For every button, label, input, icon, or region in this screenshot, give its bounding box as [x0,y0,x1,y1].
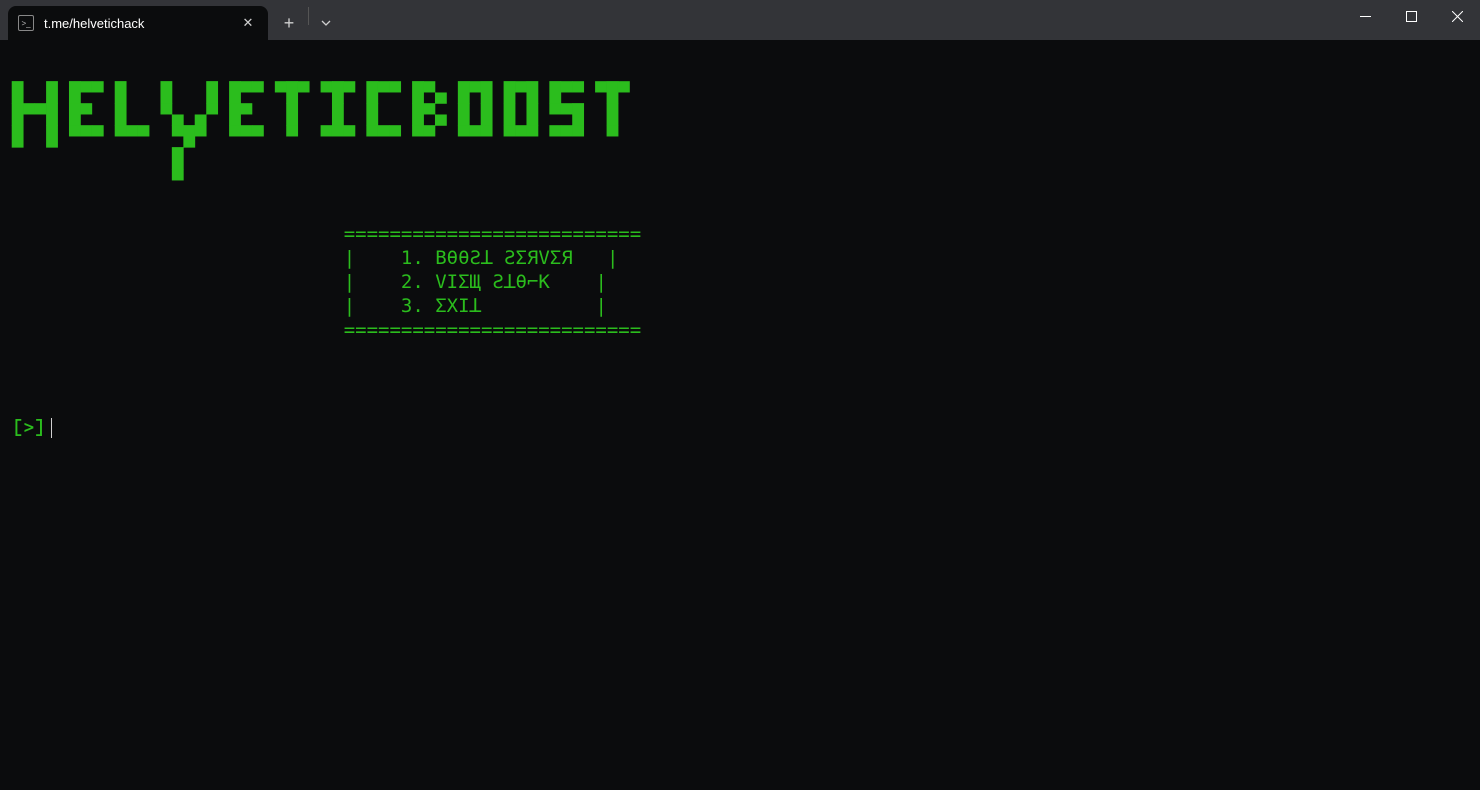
menu-border-bottom: ========================== [12,319,641,341]
minimize-icon [1360,11,1371,22]
cursor [51,418,52,438]
terminal-viewport[interactable]: █ █ █▀▀ █ █ █ █▀▀ ▀█▀ ▀█▀ █▀▀ █▀▄ █▀█ █▀… [0,40,1480,790]
prompt-symbol: [>] [12,416,45,440]
menu-border-top: ========================== [12,223,641,245]
chevron-down-icon [320,17,332,29]
menu-item-1: | 1. BθθƧꓕ ƧΣЯVΣЯ | [12,247,618,269]
ascii-banner: █ █ █▀▀ █ █ █ █▀▀ ▀█▀ ▀█▀ █▀▀ █▀▄ █▀█ █▀… [12,82,1468,192]
titlebar: t.me/helvetichack ✕ + [0,0,1480,40]
menu-item-3: | 3. ΣXIꓕ | [12,295,607,317]
tab-divider [308,7,309,25]
tab-close-button[interactable]: ✕ [240,15,256,31]
close-icon [1452,11,1463,22]
minimize-button[interactable] [1342,0,1388,32]
tab-active[interactable]: t.me/helvetichack ✕ [8,6,268,40]
tab-title: t.me/helvetichack [44,16,144,31]
menu-item-2: | 2. VIΣЩ Ƨꓕθ⌐K | [12,271,607,293]
tab-dropdown-button[interactable] [311,6,341,40]
window-controls [1342,0,1480,32]
maximize-button[interactable] [1388,0,1434,32]
prompt-line[interactable]: [>] [12,416,1468,440]
maximize-icon [1406,11,1417,22]
close-button[interactable] [1434,0,1480,32]
menu-box: ========================== | 1. BθθƧꓕ ƧΣ… [12,222,1468,342]
terminal-icon [18,15,34,31]
new-tab-button[interactable]: + [272,6,306,40]
